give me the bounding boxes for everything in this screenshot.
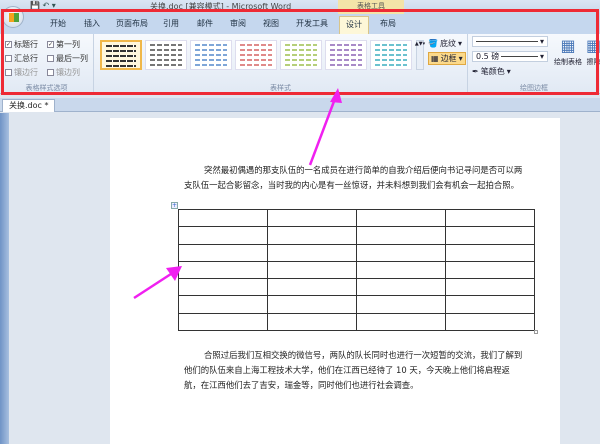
annotation-arrows: [133, 88, 342, 300]
arrow-to-table: [133, 270, 175, 300]
arrow-head-ribbon: [330, 88, 342, 103]
arrow-to-ribbon: [308, 95, 338, 166]
arrow-head-table: [166, 266, 182, 281]
